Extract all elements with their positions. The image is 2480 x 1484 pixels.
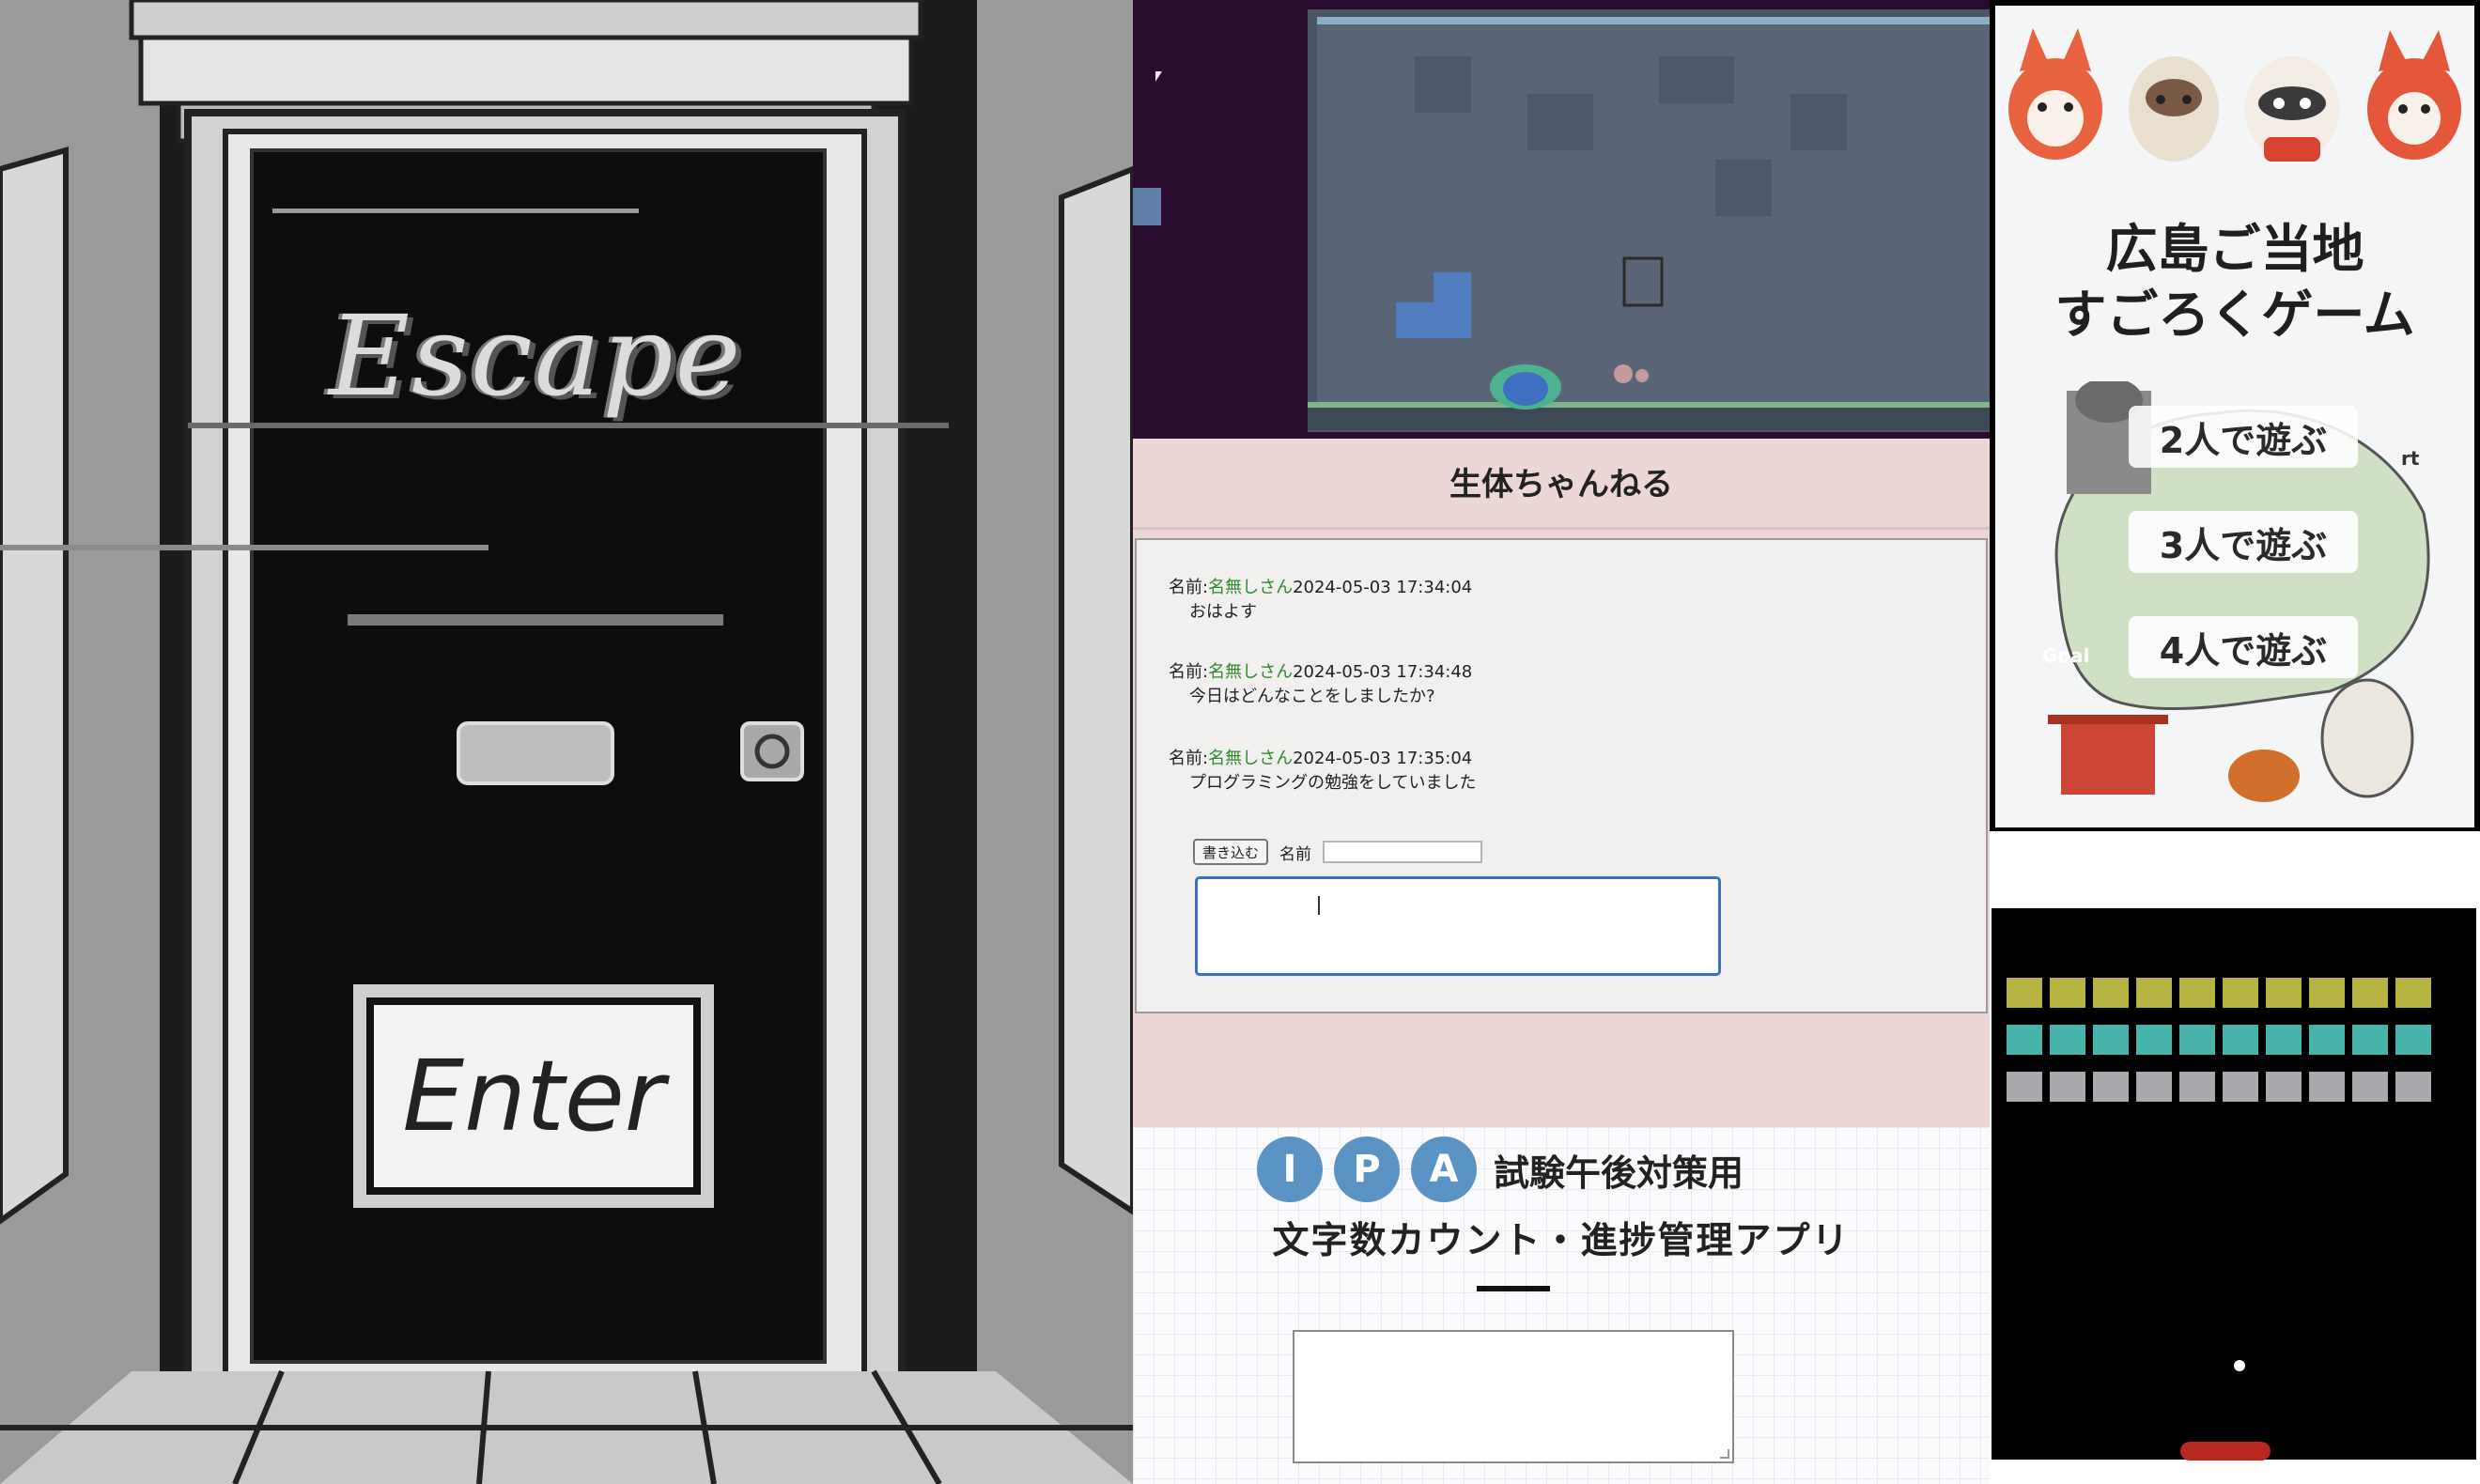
name-field-label: 名前 — [1279, 844, 1312, 864]
brick — [2223, 1025, 2258, 1055]
mouse-cursor-icon — [1155, 71, 1162, 82]
brick — [2179, 978, 2215, 1008]
post-message: 今日はどんなことをしましたか? — [1189, 687, 1435, 706]
brick — [2223, 978, 2258, 1008]
text-cursor-icon — [1318, 896, 1320, 915]
bbs-board: 名前:名無しさん2024-05-03 17:34:04 おはよす 名前:名無しさ… — [1135, 538, 1988, 1013]
post-item: 名前:名無しさん2024-05-03 17:34:04 おはよす — [1169, 576, 1472, 625]
post-author: 名無しさん — [1208, 662, 1294, 682]
mascot-characters-illustration — [2008, 28, 2461, 162]
brick — [2309, 1025, 2345, 1055]
write-button[interactable]: 書き込む — [1193, 839, 1269, 865]
brick — [2007, 1025, 2042, 1055]
message-textarea[interactable] — [1195, 876, 1721, 976]
post-item: 名前:名無しさん2024-05-03 17:34:48 今日はどんなことをしまし… — [1169, 660, 1472, 709]
ipa-title: 文字数カウント・進捗管理アプリ — [1272, 1220, 1851, 1262]
brick — [2093, 1072, 2129, 1102]
brick — [2179, 1072, 2215, 1102]
torii-landmark — [2061, 719, 2155, 795]
breakout-game-panel — [1990, 831, 2480, 1484]
bbs-divider — [1133, 527, 1990, 530]
brick — [2050, 1072, 2085, 1102]
brick — [2395, 1025, 2431, 1055]
brick — [2093, 978, 2129, 1008]
brick — [2395, 978, 2431, 1008]
brick — [2050, 1025, 2085, 1055]
fox-mascot-2-icon — [2367, 30, 2461, 160]
brick — [2309, 978, 2345, 1008]
post-timestamp: 2024-05-03 17:34:04 — [1293, 578, 1473, 597]
title-underline — [1477, 1286, 1550, 1291]
escape-corridor-illustration — [0, 0, 1133, 1484]
sugoroku-card: 広島ご当地 すごろくゲーム rt Goal 2人で遊ぶ 3人で遊ぶ 4人で遊ぶ — [1995, 6, 2474, 827]
brick — [2179, 1025, 2215, 1055]
fox-mascot-icon — [2008, 28, 2102, 160]
oyster-icon — [2320, 678, 2414, 798]
post-name-label: 名前: — [1169, 578, 1209, 597]
brick — [2093, 1025, 2129, 1055]
answer-textarea[interactable] — [1293, 1330, 1734, 1463]
post-item: 名前:名無しさん2024-05-03 17:35:04 プログラミングの勉強をし… — [1169, 747, 1476, 796]
brick — [2136, 1025, 2172, 1055]
brick — [2050, 978, 2085, 1008]
brick — [2395, 1072, 2431, 1102]
brick — [2136, 1072, 2172, 1102]
ipa-letter-badge: A — [1411, 1136, 1477, 1202]
bbs-title: 生体ちゃんねる — [1449, 465, 1673, 503]
post-message: おはよす — [1189, 602, 1257, 622]
post-timestamp: 2024-05-03 17:35:04 — [1293, 749, 1473, 768]
post-timestamp: 2024-05-03 17:34:48 — [1293, 662, 1473, 682]
post-author: 名無しさん — [1208, 749, 1294, 768]
post-author: 名無しさん — [1208, 578, 1294, 597]
escape-title: Escape — [329, 291, 743, 421]
goal-map-label: Goal — [2042, 644, 2090, 667]
sugoroku-title-line2: すごろくゲーム — [2054, 285, 2415, 345]
raccoon-mascot-icon — [2245, 56, 2339, 162]
play-2-players-button[interactable]: 2人で遊ぶ — [2129, 406, 2358, 468]
brick — [2352, 1072, 2388, 1102]
brick — [2223, 1072, 2258, 1102]
brick — [2007, 978, 2042, 1008]
breakout-screen — [1992, 908, 2476, 1461]
post-message: プログラミングの勉強をしていました — [1189, 773, 1477, 793]
post-name-label: 名前: — [1169, 662, 1209, 682]
paddle[interactable] — [2180, 1442, 2271, 1461]
sugoroku-title-line1: 広島ご当地 — [2105, 219, 2364, 279]
brick — [2266, 1072, 2302, 1102]
ipa-letter-badge: I — [1257, 1136, 1323, 1202]
ferret-mascot-icon — [2129, 56, 2219, 162]
enter-button[interactable]: Enter — [353, 984, 714, 1208]
ball — [2234, 1360, 2245, 1371]
brick — [2309, 1072, 2345, 1102]
resize-handle-icon[interactable] — [1720, 1449, 1729, 1459]
post-name-label: 名前: — [1169, 749, 1209, 768]
sugoroku-title: 広島ご当地 すごろくゲーム — [1995, 216, 2474, 348]
play-3-players-button[interactable]: 3人で遊ぶ — [2129, 511, 2358, 573]
ipa-subtitle: 試験午後対策用 — [1494, 1152, 1744, 1194]
brick — [2007, 1072, 2042, 1102]
ipa-app-panel: I P A 試験午後対策用 文字数カウント・進捗管理アプリ — [1133, 1127, 1990, 1484]
play-4-players-button[interactable]: 4人で遊ぶ — [2129, 616, 2358, 678]
brick — [2136, 978, 2172, 1008]
bbs-panel: 生体ちゃんねる 名前:名無しさん2024-05-03 17:34:04 おはよす… — [1133, 439, 1990, 1127]
brick — [2266, 978, 2302, 1008]
escape-game-panel: Escape Enter — [0, 0, 1133, 1484]
ipa-header: I P A 試験午後対策用 — [1257, 1136, 1744, 1202]
platformer-level — [1133, 0, 1990, 439]
name-input[interactable] — [1323, 841, 1483, 863]
brick — [2352, 1025, 2388, 1055]
brick — [2352, 978, 2388, 1008]
platformer-game-panel — [1133, 0, 1990, 439]
start-map-label: rt — [2401, 447, 2420, 470]
sugoroku-panel: 広島ご当地 すごろくゲーム rt Goal 2人で遊ぶ 3人で遊ぶ 4人で遊ぶ — [1990, 0, 2480, 831]
brick — [2266, 1025, 2302, 1055]
post-form: 書き込む 名前 — [1193, 839, 1483, 865]
momiji-icon — [2228, 750, 2300, 802]
ipa-letter-badge: P — [1334, 1136, 1400, 1202]
